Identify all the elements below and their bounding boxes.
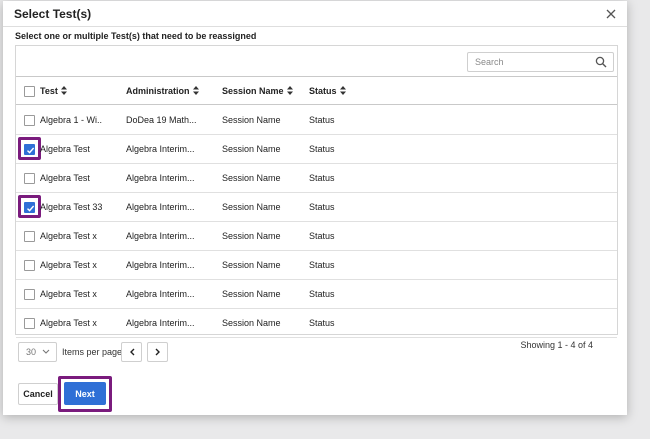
cell-status: Status <box>309 260 335 270</box>
chevron-down-icon <box>42 349 50 354</box>
cell-administration: Algebra Interim... <box>126 289 195 299</box>
previous-page-button[interactable] <box>121 342 142 362</box>
cell-status: Status <box>309 318 335 328</box>
tests-table: Test Administration Session Name Status … <box>15 45 618 338</box>
cell-status: Status <box>309 115 335 125</box>
table-row[interactable]: Algebra Test Algebra Interim... Session Na… <box>16 164 617 193</box>
column-header-administration[interactable]: Administration <box>126 77 216 104</box>
sort-icon <box>339 86 346 95</box>
row-checkbox[interactable] <box>24 289 35 300</box>
sort-icon <box>192 86 199 95</box>
cell-administration: Algebra Interim... <box>126 260 195 270</box>
cell-administration: Algebra Interim... <box>126 144 195 154</box>
cell-session-name: Session Name <box>222 115 281 125</box>
cell-administration: Algebra Interim... <box>126 202 195 212</box>
chevron-right-icon <box>155 348 160 356</box>
next-button[interactable]: Next <box>64 382 106 405</box>
check-icon <box>27 205 35 212</box>
table-row[interactable]: Algebra Test x Algebra Interim... Session … <box>16 309 617 338</box>
row-checkbox[interactable] <box>24 144 35 155</box>
cancel-button[interactable]: Cancel <box>18 383 58 405</box>
table-row[interactable]: Algebra Test x Algebra Interim... Session … <box>16 251 617 280</box>
dialog-header: Select Test(s) <box>3 1 627 27</box>
table-row[interactable]: Algebra Test Algebra Interim... Session Na… <box>16 135 617 164</box>
cell-session-name: Session Name <box>222 173 281 183</box>
column-header-status[interactable]: Status <box>309 77 379 104</box>
sort-icon <box>286 86 293 95</box>
cell-test: Algebra Test 33 <box>40 202 103 212</box>
table-header: Test Administration Session Name Status <box>16 76 617 105</box>
table-row[interactable]: Algebra Test 33 Algebra Interim... Session… <box>16 193 617 222</box>
select-all-checkbox[interactable] <box>24 86 35 97</box>
close-button[interactable] <box>602 5 620 23</box>
sort-icon <box>60 86 67 95</box>
column-header-session-name[interactable]: Session Name <box>222 77 306 104</box>
cell-status: Status <box>309 144 335 154</box>
cell-administration: Algebra Interim... <box>126 173 195 183</box>
row-checkbox[interactable] <box>24 260 35 271</box>
cell-test: Algebra Test x <box>40 289 97 299</box>
cell-session-name: Session Name <box>222 202 281 212</box>
dialog-title: Select Test(s) <box>14 7 92 21</box>
cell-test: Algebra Test x <box>40 231 97 241</box>
cell-test: Algebra Test <box>40 173 90 183</box>
cell-test: Algebra 1 - Wi.. <box>40 115 103 125</box>
cell-session-name: Session Name <box>222 260 281 270</box>
row-checkbox[interactable] <box>24 231 35 242</box>
cell-session-name: Session Name <box>222 289 281 299</box>
cell-administration: DoDea 19 Math... <box>126 115 197 125</box>
search-icon[interactable] <box>595 56 607 68</box>
column-header-test[interactable]: Test <box>40 77 124 104</box>
pagination-summary: Showing 1 - 4 of 4 <box>520 340 593 350</box>
next-page-button[interactable] <box>147 342 168 362</box>
check-icon <box>27 147 35 154</box>
cell-status: Status <box>309 231 335 241</box>
search-box[interactable] <box>467 52 614 72</box>
search-input[interactable] <box>468 53 588 71</box>
items-per-page-label: Items per page <box>62 347 123 357</box>
cell-session-name: Session Name <box>222 231 281 241</box>
row-checkbox[interactable] <box>24 115 35 126</box>
table-row[interactable]: Algebra Test x Algebra Interim... Session … <box>16 222 617 251</box>
row-checkbox[interactable] <box>24 173 35 184</box>
cell-test: Algebra Test x <box>40 318 97 328</box>
page-size-select[interactable]: 30 <box>18 342 57 362</box>
row-checkbox[interactable] <box>24 202 35 213</box>
chevron-left-icon <box>129 348 134 356</box>
cell-session-name: Session Name <box>222 144 281 154</box>
close-icon <box>606 9 616 19</box>
cell-status: Status <box>309 173 335 183</box>
dialog-instruction: Select one or multiple Test(s) that need… <box>15 31 257 41</box>
cell-session-name: Session Name <box>222 318 281 328</box>
table-row[interactable]: Algebra Test x Algebra Interim... Session … <box>16 280 617 309</box>
cell-administration: Algebra Interim... <box>126 318 195 328</box>
table-row[interactable]: Algebra 1 - Wi.. DoDea 19 Math... Session … <box>16 106 617 135</box>
select-tests-dialog: Select Test(s) Select one or multiple Te… <box>3 1 627 415</box>
cell-status: Status <box>309 289 335 299</box>
row-checkbox[interactable] <box>24 318 35 329</box>
cell-test: Algebra Test <box>40 144 90 154</box>
cell-administration: Algebra Interim... <box>126 231 195 241</box>
cell-test: Algebra Test x <box>40 260 97 270</box>
cell-status: Status <box>309 202 335 212</box>
